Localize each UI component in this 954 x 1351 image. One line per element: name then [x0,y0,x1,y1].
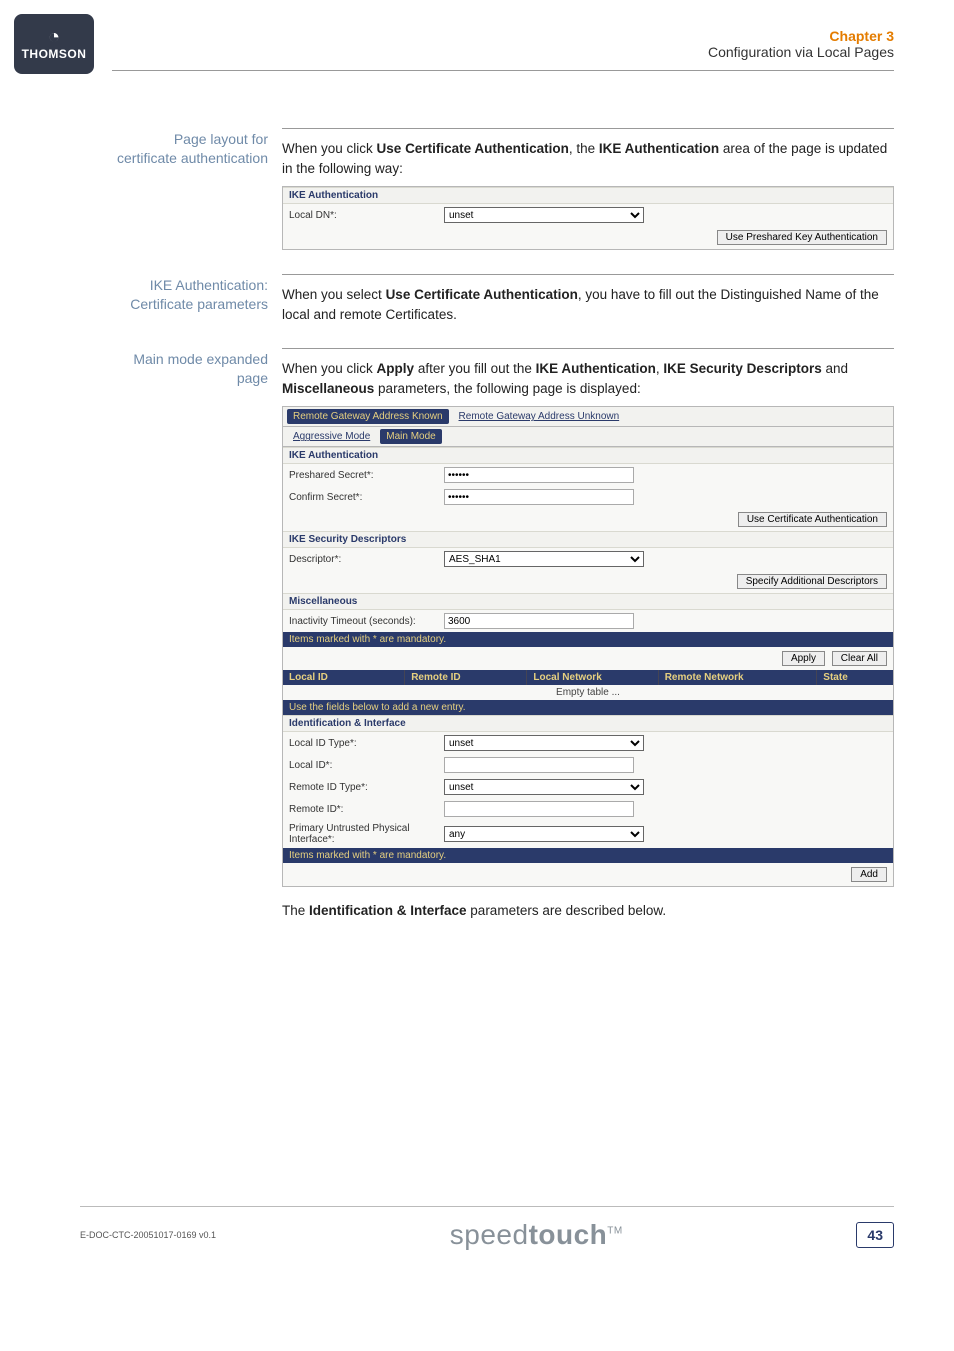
header-rule [112,70,894,71]
panel-section-header: IKE Authentication [283,187,893,204]
doc-id: E-DOC-CTC-20051017-0169 v0.1 [80,1230,216,1240]
brand-name: THOMSON [22,47,87,61]
content-area: Page layout for certificate authenticati… [112,128,894,945]
tab-main-mode[interactable]: Main Mode [380,429,441,444]
remote-id-type-select[interactable]: unset [444,779,644,795]
section-body: When you select Use Certificate Authenti… [282,285,894,324]
confirm-secret-label: Confirm Secret*: [289,492,444,503]
use-certificate-auth-button[interactable]: Use Certificate Authentication [738,512,887,527]
tab-remote-known[interactable]: Remote Gateway Address Known [287,409,449,424]
remote-id-type-label: Remote ID Type*: [289,782,444,793]
section-cert-layout: Page layout for certificate authenticati… [112,128,894,250]
mandatory-note-2: Items marked with * are mandatory. [283,848,893,863]
section-main-mode-expanded: Main mode expanded page When you click A… [112,348,894,921]
local-dn-select[interactable]: unset [444,207,644,223]
interface-label: Primary Untrusted Physical Interface*: [289,823,444,845]
clear-all-button[interactable]: Clear All [832,651,887,666]
local-id-label: Local ID*: [289,760,444,771]
descriptor-select[interactable]: AES_SHA1 [444,551,644,567]
page-number: 43 [856,1222,894,1248]
section-header-ike-sec: IKE Security Descriptors [283,531,893,548]
specify-descriptors-button[interactable]: Specify Additional Descriptors [737,574,887,589]
local-id-type-select[interactable]: unset [444,735,644,751]
remote-id-input[interactable] [444,801,634,817]
section-label: IKE Authentication: Certificate paramete… [112,274,282,324]
local-id-input[interactable] [444,757,634,773]
mandatory-note: Items marked with * are mandatory. [283,632,893,647]
chapter-title: Chapter 3 [708,28,894,44]
col-remote-network: Remote Network [659,670,818,685]
descriptor-label: Descriptor*: [289,554,444,565]
section-cert-params: IKE Authentication: Certificate paramete… [112,274,894,324]
section-label: Page layout for certificate authenticati… [112,128,282,250]
add-button[interactable]: Add [851,867,887,882]
preshared-secret-label: Preshared Secret*: [289,470,444,481]
timeout-input[interactable] [444,613,634,629]
table-header: Local ID Remote ID Local Network Remote … [283,670,893,685]
section-label: Main mode expanded page [112,348,282,921]
use-preshared-key-button[interactable]: Use Preshared Key Authentication [717,230,887,245]
preshared-secret-input[interactable] [444,467,634,483]
section-header-misc: Miscellaneous [283,593,893,610]
tab-remote-unknown[interactable]: Remote Gateway Address Unknown [453,409,626,424]
table-empty: Empty table ... [283,685,893,700]
remote-id-label: Remote ID*: [289,804,444,815]
main-mode-panel: Remote Gateway Address Known Remote Gatew… [282,406,894,887]
product-name: speedtouchTM [450,1219,623,1251]
page-header: Chapter 3 Configuration via Local Pages [708,28,894,60]
page-footer: E-DOC-CTC-20051017-0169 v0.1 speedtouchT… [80,1206,894,1251]
col-local-id: Local ID [283,670,405,685]
tabs-row-1: Remote Gateway Address Known Remote Gatew… [283,407,893,427]
chapter-subtitle: Configuration via Local Pages [708,44,894,60]
confirm-secret-input[interactable] [444,489,634,505]
local-id-type-label: Local ID Type*: [289,738,444,749]
timeout-label: Inactivity Timeout (seconds): [289,616,444,627]
tab-aggressive-mode[interactable]: Aggressive Mode [287,429,376,444]
local-dn-label: Local DN*: [289,210,444,221]
brand-icon: ◔ [48,27,60,47]
section-intro: When you click Apply after you fill out … [282,359,894,398]
col-remote-id: Remote ID [405,670,527,685]
apply-button[interactable]: Apply [782,651,825,666]
ike-auth-cert-panel: IKE Authentication Local DN*: unset Use … [282,186,894,250]
section-header-ike-auth: IKE Authentication [283,447,893,464]
interface-select[interactable]: any [444,826,644,842]
section-header-ident: Identification & Interface [283,715,893,732]
tabs-row-2: Aggressive Mode Main Mode [283,427,893,447]
add-entry-note: Use the fields below to add a new entry. [283,700,893,715]
section-outro: The Identification & Interface parameter… [282,901,894,921]
section-intro: When you click Use Certificate Authentic… [282,139,894,178]
col-state: State [817,670,893,685]
brand-tab: ◔ THOMSON [14,14,94,74]
col-local-network: Local Network [527,670,658,685]
